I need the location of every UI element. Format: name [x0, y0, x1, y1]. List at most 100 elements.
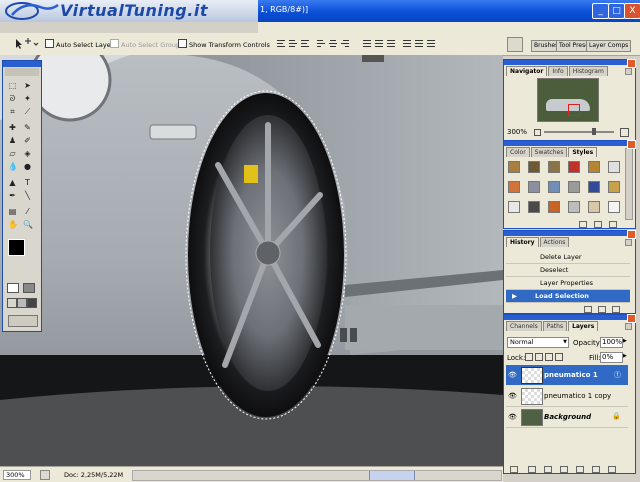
panel-menu-icon[interactable]: [625, 68, 632, 75]
auto-select-groups-option[interactable]: Auto Select Groups: [110, 39, 183, 49]
history-brush-tool-icon[interactable]: ✐: [23, 136, 32, 145]
tab-paths[interactable]: Paths: [542, 321, 568, 331]
layer-row-selected[interactable]: 👁 pneumatico 1 ⓕ: [506, 365, 628, 385]
file-browser-icon[interactable]: [507, 37, 523, 52]
style-swatch[interactable]: [548, 201, 560, 213]
new-group-icon[interactable]: [576, 466, 584, 473]
style-swatch[interactable]: [568, 181, 580, 193]
style-swatch[interactable]: [528, 201, 540, 213]
new-document-icon[interactable]: [584, 306, 592, 313]
auto-select-layer-checkbox[interactable]: [45, 39, 54, 48]
new-layer-icon[interactable]: [592, 466, 600, 473]
opacity-slider-arrow-icon[interactable]: ▶: [623, 338, 627, 344]
style-swatch[interactable]: [548, 161, 560, 173]
tab-actions[interactable]: Actions: [539, 237, 570, 247]
move-tool-preset-button[interactable]: [13, 38, 39, 50]
screen-mode-standard-icon[interactable]: [7, 298, 17, 308]
align-hcenter-icon[interactable]: [328, 38, 338, 48]
tab-navigator[interactable]: Navigator: [506, 66, 548, 76]
zoom-slider-thumb[interactable]: [592, 128, 596, 135]
marquee-tool-icon[interactable]: ⬚: [8, 81, 17, 90]
tab-history[interactable]: History: [506, 237, 539, 247]
tab-color[interactable]: Color: [506, 147, 530, 157]
panel-menu-icon[interactable]: [625, 323, 632, 330]
lock-transparency-icon[interactable]: [525, 353, 533, 361]
blur-tool-icon[interactable]: 💧: [8, 162, 18, 171]
hand-tool-icon[interactable]: ✋: [8, 220, 18, 229]
align-bottom-icon[interactable]: [300, 38, 310, 48]
tab-styles[interactable]: Styles: [568, 147, 598, 157]
new-adjustment-layer-icon[interactable]: [560, 466, 568, 473]
styles-scrollbar[interactable]: [625, 148, 633, 220]
status-menu-icon[interactable]: [40, 470, 50, 480]
style-swatch[interactable]: [608, 161, 620, 173]
auto-select-layer-option[interactable]: Auto Select Layer: [45, 39, 113, 49]
close-button[interactable]: X: [624, 3, 640, 19]
delete-style-icon[interactable]: [609, 221, 617, 228]
dodge-tool-icon[interactable]: ●: [23, 162, 32, 171]
style-swatch[interactable]: [528, 161, 540, 173]
slice-tool-icon[interactable]: ⟋: [23, 107, 32, 116]
tab-layers[interactable]: Layers: [568, 321, 599, 331]
zoom-tool-icon[interactable]: 🔍: [23, 220, 33, 229]
layer-row[interactable]: 👁 pneumatico 1 copy: [506, 386, 628, 407]
quick-mask-mode-icon[interactable]: [23, 283, 35, 293]
auto-select-groups-checkbox[interactable]: [110, 39, 119, 48]
history-item[interactable]: Deselect: [506, 264, 630, 277]
eraser-tool-icon[interactable]: ▱: [8, 149, 17, 158]
style-swatch[interactable]: [608, 201, 620, 213]
layer-name[interactable]: Background: [544, 413, 591, 421]
tab-histogram[interactable]: Histogram: [568, 66, 608, 76]
layer-style-icon[interactable]: ⓕ: [614, 370, 621, 380]
distribute-vcenter-icon[interactable]: [374, 38, 384, 48]
lasso-tool-icon[interactable]: ᘐ: [8, 94, 17, 103]
move-tool-icon[interactable]: ➤: [23, 81, 32, 90]
navigator-thumbnail[interactable]: [537, 78, 599, 122]
distribute-hcenter-icon[interactable]: [414, 38, 424, 48]
history-close-icon[interactable]: [627, 230, 636, 239]
jump-to-imageready-button[interactable]: [8, 315, 38, 327]
screen-mode-full-icon[interactable]: [27, 298, 37, 308]
add-layer-style-icon[interactable]: [528, 466, 536, 473]
fill-field[interactable]: 0%: [600, 352, 623, 363]
history-item[interactable]: Layer Properties: [506, 277, 630, 290]
scrollbar-thumb[interactable]: [369, 471, 415, 480]
navigator-zoom-value[interactable]: 300%: [507, 128, 527, 136]
horizontal-scrollbar[interactable]: [132, 470, 502, 481]
type-tool-icon[interactable]: T: [23, 178, 32, 187]
style-swatch[interactable]: [608, 181, 620, 193]
style-swatch[interactable]: [568, 201, 580, 213]
style-swatch[interactable]: [568, 161, 580, 173]
add-mask-icon[interactable]: [544, 466, 552, 473]
history-item-selected[interactable]: ▶ Load Selection: [506, 290, 630, 303]
pen-tool-icon[interactable]: ✒: [8, 191, 17, 200]
history-item[interactable]: Delete Layer: [506, 251, 630, 264]
navigator-view-box[interactable]: [568, 104, 580, 116]
zoom-in-icon[interactable]: [620, 128, 629, 137]
style-swatch[interactable]: [508, 181, 520, 193]
show-transform-controls-checkbox[interactable]: [178, 39, 187, 48]
document-canvas[interactable]: [0, 55, 503, 466]
opacity-field[interactable]: 100%: [600, 337, 623, 348]
visibility-eye-icon[interactable]: 👁: [508, 392, 517, 400]
distribute-right-icon[interactable]: [426, 38, 436, 48]
brush-tool-icon[interactable]: ✎: [23, 123, 32, 132]
style-swatch[interactable]: [508, 201, 520, 213]
zoom-slider[interactable]: [544, 131, 614, 133]
show-transform-controls-option[interactable]: Show Transform Controls: [178, 39, 270, 49]
distribute-top-icon[interactable]: [362, 38, 372, 48]
layers-close-icon[interactable]: [627, 314, 636, 323]
lock-all-icon[interactable]: [555, 353, 563, 361]
distribute-bottom-icon[interactable]: [386, 38, 396, 48]
screen-mode-full-menu-icon[interactable]: [17, 298, 27, 308]
delete-layer-icon[interactable]: [608, 466, 616, 473]
standard-mode-icon[interactable]: [7, 283, 19, 293]
maximize-button[interactable]: □: [608, 3, 625, 19]
styles-close-icon[interactable]: [627, 140, 636, 149]
tab-swatches[interactable]: Swatches: [530, 147, 568, 157]
new-snapshot-icon[interactable]: [598, 306, 606, 313]
style-swatch[interactable]: [588, 201, 600, 213]
line-tool-icon[interactable]: ╲: [23, 191, 32, 200]
lock-position-icon[interactable]: [545, 353, 553, 361]
status-zoom-field[interactable]: 300%: [3, 470, 31, 480]
